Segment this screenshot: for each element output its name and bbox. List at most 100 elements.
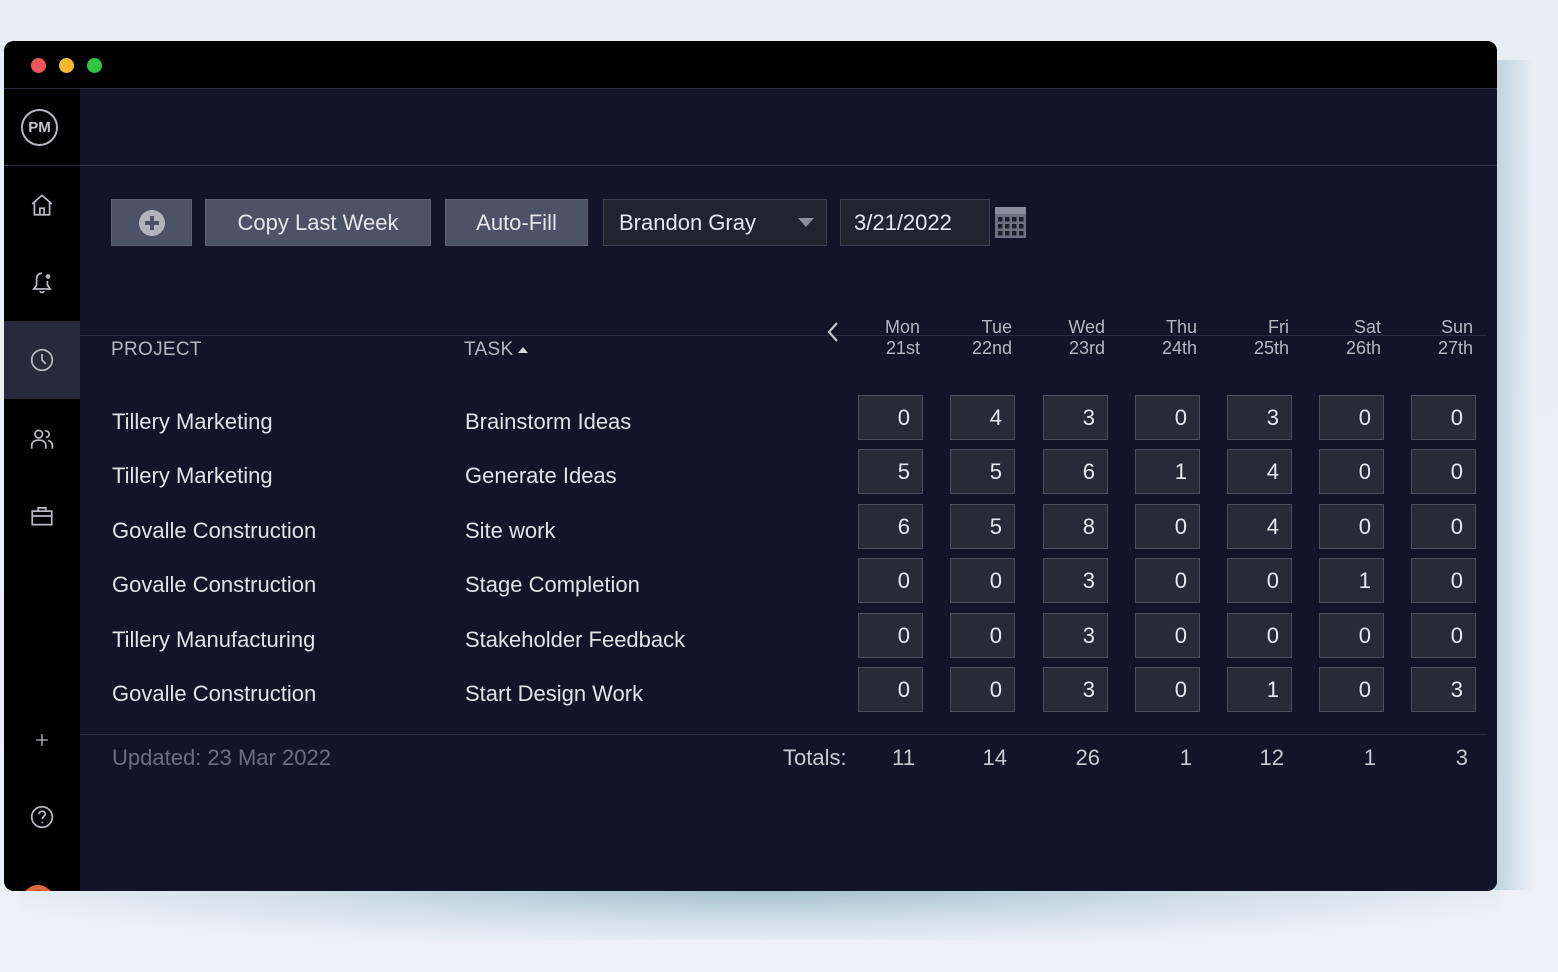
- user-avatar[interactable]: [22, 885, 54, 891]
- user-select[interactable]: Brandon Gray: [603, 199, 827, 246]
- table-row: Govalle Construction Stage Completion 0 0 3 0…: [80, 558, 1497, 612]
- close-window-button[interactable]: [31, 58, 46, 73]
- hours-input-tue[interactable]: 0: [950, 558, 1015, 604]
- day-header-date: 23rd: [1068, 338, 1105, 358]
- project-cell: Govalle Construction: [112, 517, 317, 543]
- hours-input-mon[interactable]: 0: [858, 558, 923, 604]
- day-header-weekday: Sun: [1440, 317, 1473, 337]
- maximize-window-button[interactable]: [87, 58, 102, 73]
- main-content: Copy Last Week Auto-Fill Brandon Gray 3/…: [80, 89, 1497, 891]
- sidebar: PM: [4, 89, 80, 891]
- column-header-project[interactable]: PROJECT: [111, 339, 202, 361]
- hours-input-sun[interactable]: 3: [1411, 667, 1476, 712]
- day-header-date: 25th: [1253, 338, 1289, 358]
- calendar-icon[interactable]: [995, 207, 1026, 238]
- help-icon: [30, 805, 54, 829]
- hours-input-thu[interactable]: 0: [1135, 503, 1200, 549]
- hours-input-sun[interactable]: 0: [1411, 395, 1476, 440]
- day-header-weekday: Tue: [981, 317, 1012, 337]
- sidebar-help-button[interactable]: [4, 778, 80, 856]
- day-header-weekday: Mon: [884, 317, 920, 337]
- add-row-button[interactable]: [111, 199, 192, 246]
- sidebar-item-portfolio[interactable]: [4, 477, 80, 555]
- column-header-task[interactable]: TASK: [464, 339, 529, 361]
- sidebar-item-notifications[interactable]: [4, 244, 80, 322]
- day-header-date: 22nd: [971, 338, 1012, 358]
- hours-input-wed[interactable]: 3: [1043, 612, 1108, 658]
- plus-icon: [36, 734, 48, 746]
- bell-icon: [32, 272, 52, 294]
- hours-input-fri[interactable]: 0: [1227, 612, 1292, 658]
- table-row: Govalle Construction Site work 6 5 8 0 4 0 0: [80, 503, 1497, 558]
- project-cell: Tillery Marketing: [112, 463, 273, 489]
- hours-input-mon[interactable]: 0: [858, 667, 923, 712]
- hours-input-tue[interactable]: 0: [950, 667, 1015, 712]
- table-row: Tillery Marketing Generate Ideas 5 5 6 1 4 0 0: [80, 449, 1497, 503]
- hours-input-sat[interactable]: 1: [1319, 558, 1384, 604]
- hours-input-tue[interactable]: 0: [950, 612, 1015, 658]
- day-header-weekday: Sat: [1353, 317, 1381, 337]
- hours-input-wed[interactable]: 3: [1043, 667, 1108, 712]
- hours-input-wed[interactable]: 8: [1043, 503, 1108, 549]
- total-sun: 3: [1455, 745, 1468, 770]
- hours-input-thu[interactable]: 0: [1135, 612, 1200, 658]
- hours-input-mon[interactable]: 6: [858, 503, 923, 549]
- hours-input-thu[interactable]: 0: [1135, 667, 1200, 712]
- table-row: Tillery Marketing Brainstorm Ideas 0 4 3 0 3 0 0: [80, 395, 1497, 449]
- hours-input-tue[interactable]: 5: [950, 503, 1015, 549]
- hours-input-fri[interactable]: 1: [1227, 667, 1292, 712]
- top-bar: [80, 89, 1497, 166]
- project-cell: Tillery Manufacturing: [112, 626, 316, 652]
- hours-input-mon[interactable]: 5: [858, 449, 923, 495]
- table-row: Govalle Construction Start Design Work 0 0 3…: [80, 667, 1497, 721]
- pm-logo[interactable]: PM: [21, 109, 58, 146]
- hours-input-sun[interactable]: 0: [1411, 612, 1476, 658]
- hours-input-wed[interactable]: 3: [1043, 395, 1108, 440]
- day-header-date: 21st: [885, 338, 920, 358]
- day-header-sun: Sun 27th: [1403, 317, 1473, 359]
- auto-fill-button[interactable]: Auto-Fill: [445, 199, 588, 246]
- task-cell: Site work: [465, 517, 556, 543]
- hours-input-sat[interactable]: 0: [1319, 667, 1384, 712]
- hours-input-fri[interactable]: 4: [1227, 503, 1292, 549]
- hours-input-fri[interactable]: 4: [1227, 449, 1292, 495]
- task-cell: Brainstorm Ideas: [465, 409, 632, 434]
- week-date-input[interactable]: 3/21/2022: [840, 199, 990, 246]
- hours-input-sun[interactable]: 0: [1411, 449, 1476, 495]
- previous-week-button[interactable]: [822, 317, 846, 347]
- day-header-weekday: Wed: [1068, 317, 1105, 337]
- sidebar-item-timesheets[interactable]: [4, 321, 80, 399]
- hours-input-sat[interactable]: 0: [1319, 449, 1384, 495]
- logo-area: PM: [4, 89, 80, 166]
- sidebar-item-team[interactable]: [4, 400, 80, 478]
- chevron-left-icon: [827, 322, 838, 342]
- hours-input-sat[interactable]: 0: [1319, 612, 1384, 658]
- copy-last-week-button[interactable]: Copy Last Week: [205, 199, 431, 246]
- hours-input-sat[interactable]: 0: [1319, 503, 1384, 549]
- column-header-task-label: TASK: [464, 339, 514, 360]
- hours-input-wed[interactable]: 6: [1043, 449, 1108, 495]
- updated-timestamp: Updated: 23 Mar 2022: [112, 745, 331, 770]
- hours-input-thu[interactable]: 0: [1135, 395, 1200, 440]
- sort-ascending-icon: [518, 346, 529, 353]
- hours-input-sun[interactable]: 0: [1411, 503, 1476, 549]
- hours-input-fri[interactable]: 3: [1227, 395, 1292, 440]
- hours-input-thu[interactable]: 0: [1135, 558, 1200, 604]
- project-cell: Govalle Construction: [112, 572, 317, 598]
- hours-input-sat[interactable]: 0: [1319, 395, 1384, 440]
- minimize-window-button[interactable]: [59, 58, 74, 73]
- user-select-value: Brandon Gray: [619, 210, 756, 235]
- hours-input-thu[interactable]: 1: [1135, 449, 1200, 495]
- hours-input-tue[interactable]: 4: [950, 395, 1015, 440]
- briefcase-icon: [31, 507, 53, 526]
- hours-input-sun[interactable]: 0: [1411, 558, 1476, 604]
- chevron-down-icon: [798, 218, 814, 227]
- hours-input-tue[interactable]: 5: [950, 449, 1015, 495]
- hours-input-wed[interactable]: 3: [1043, 558, 1108, 604]
- sidebar-item-home[interactable]: [4, 166, 80, 244]
- sidebar-add-button[interactable]: [4, 701, 80, 779]
- hours-input-mon[interactable]: 0: [858, 395, 923, 440]
- hours-input-fri[interactable]: 0: [1227, 558, 1292, 604]
- hours-input-mon[interactable]: 0: [858, 612, 923, 658]
- clock-icon: [30, 348, 54, 372]
